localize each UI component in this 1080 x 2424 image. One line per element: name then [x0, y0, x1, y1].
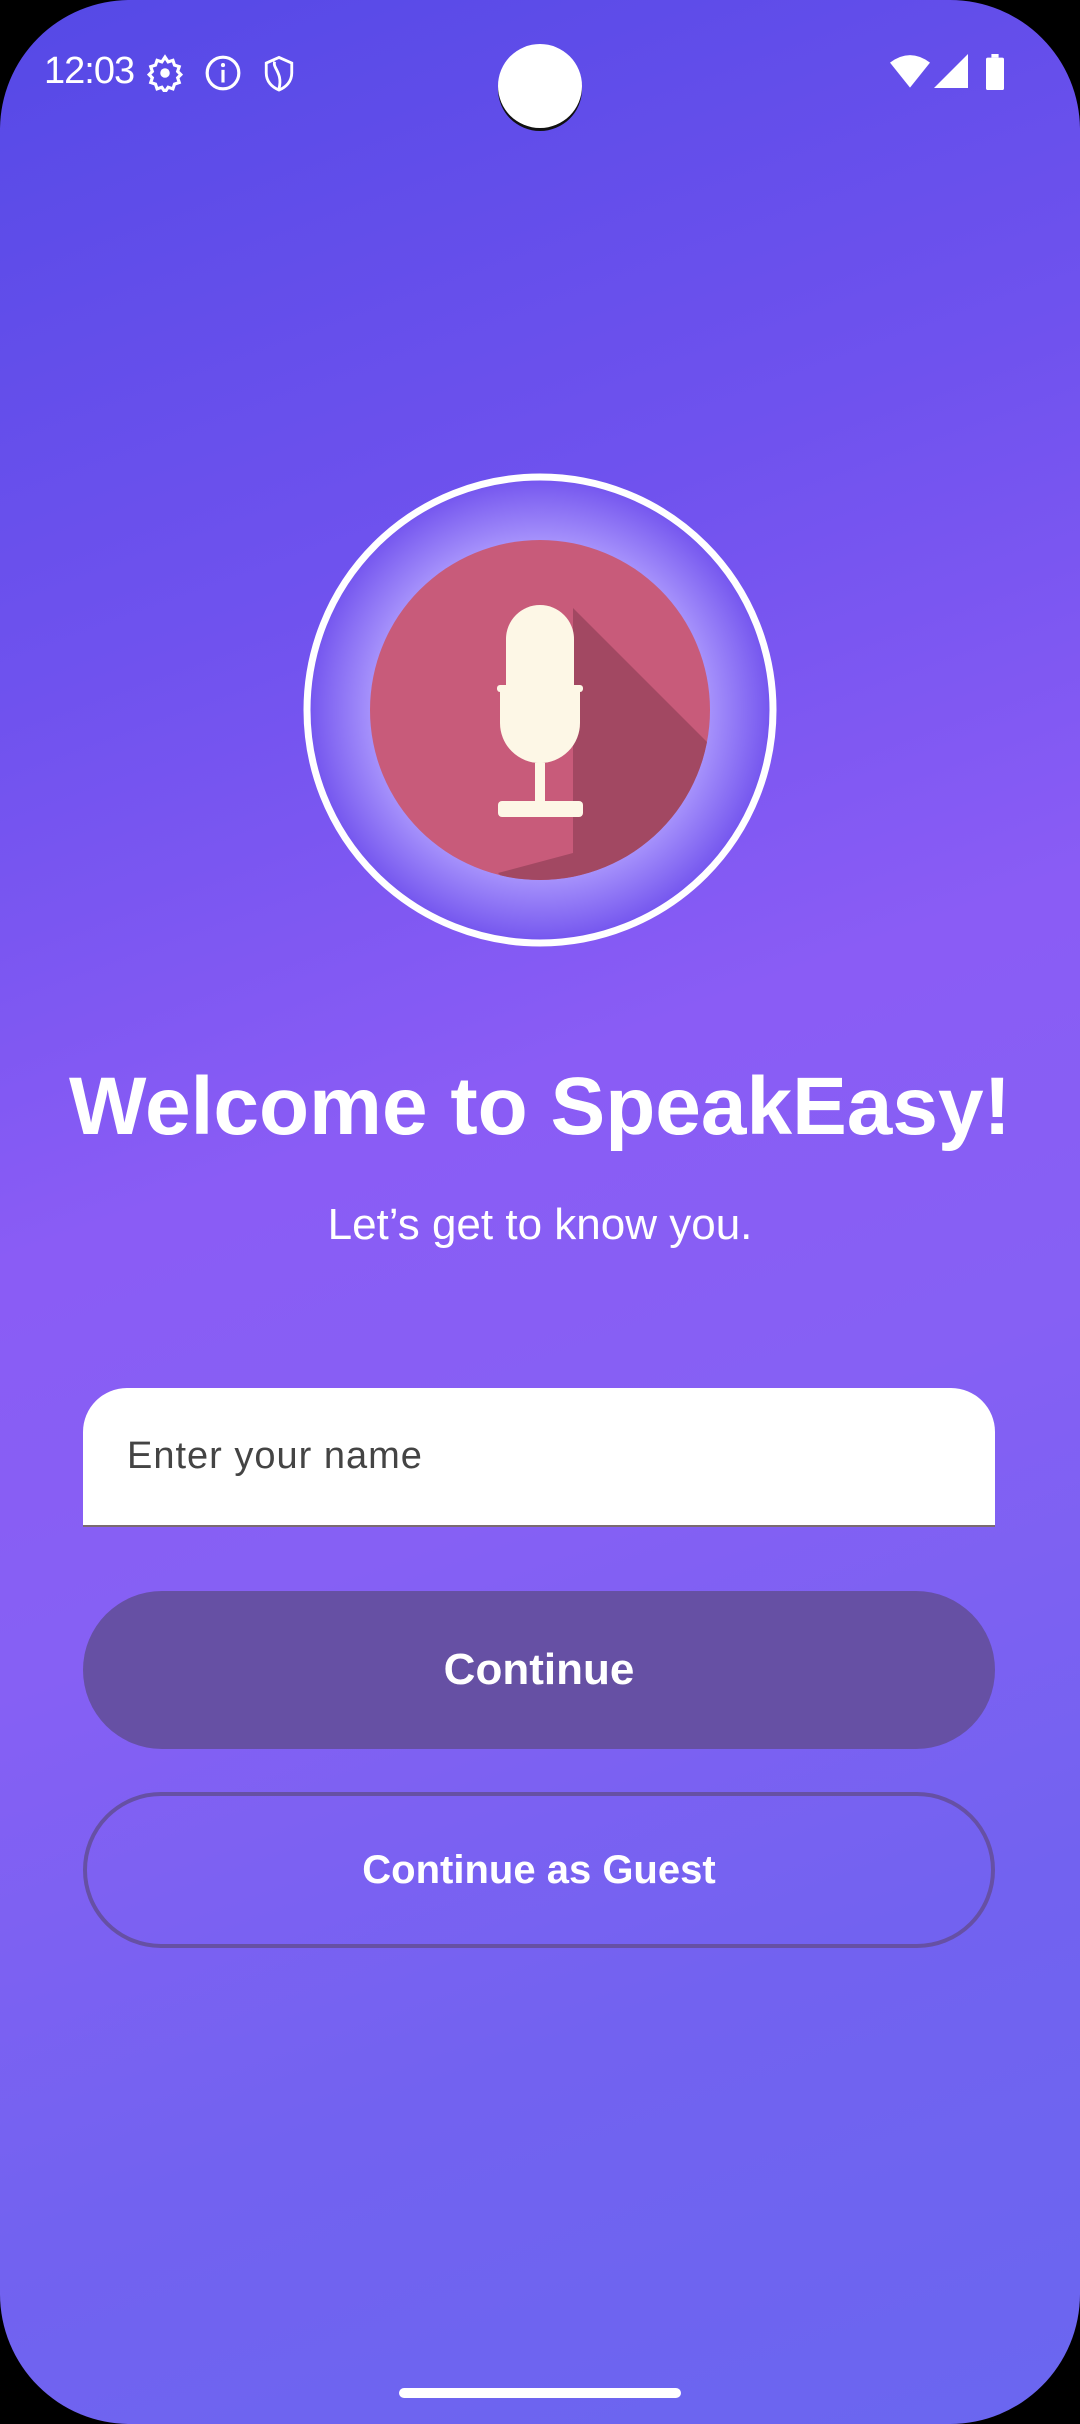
name-field[interactable]: [83, 1388, 995, 1527]
shield-icon: [264, 55, 294, 92]
welcome-title: Welcome to SpeakEasy!: [69, 1061, 1011, 1152]
camera-cutout: [498, 44, 582, 128]
continue-label: Continue: [443, 1645, 635, 1694]
home-indicator[interactable]: [399, 2388, 681, 2398]
welcome-screen: 12:03 Welcome to SpeakEasy! Let’s get to…: [0, 0, 1080, 2424]
clock: 12:03: [44, 50, 135, 92]
continue-button[interactable]: Continue: [83, 1591, 995, 1749]
guest-label: Continue as Guest: [362, 1847, 716, 1892]
gear-icon: [146, 54, 184, 92]
signal-icon: [934, 54, 968, 88]
wifi-icon: [890, 55, 930, 88]
battery-icon: [986, 54, 1004, 90]
name-input[interactable]: [83, 1388, 995, 1525]
app-logo: [303, 473, 777, 947]
continue-as-guest-button[interactable]: Continue as Guest: [83, 1792, 995, 1948]
welcome-subtitle: Let’s get to know you.: [327, 1200, 753, 1249]
info-icon: [205, 55, 241, 91]
